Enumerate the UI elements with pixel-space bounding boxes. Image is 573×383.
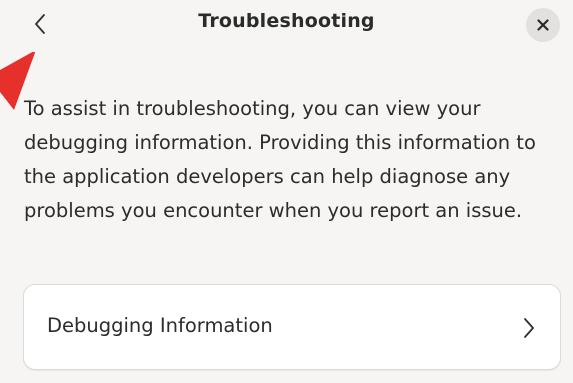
header-bar: Troubleshooting	[0, 0, 573, 48]
close-icon	[537, 16, 549, 35]
close-button[interactable]	[526, 8, 560, 42]
page-title: Troubleshooting	[198, 10, 375, 32]
debugging-information-row[interactable]: Debugging Information	[23, 284, 561, 370]
troubleshooting-dialog: Troubleshooting To assist in troubleshoo…	[0, 0, 573, 383]
description-text: To assist in troubleshooting, you can vi…	[24, 97, 536, 222]
row-label: Debugging Information	[47, 314, 273, 337]
chevron-right-icon	[524, 318, 534, 338]
